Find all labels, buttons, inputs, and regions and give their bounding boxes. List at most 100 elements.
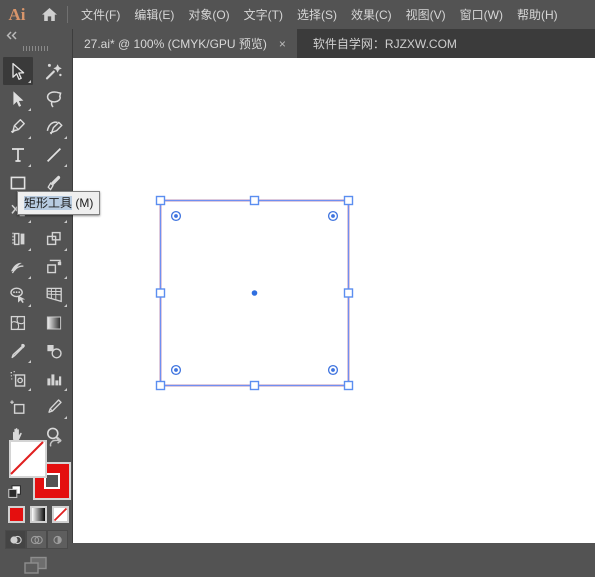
flyout-corner (64, 136, 67, 139)
grip-dots (23, 45, 49, 51)
color-controls (0, 433, 72, 574)
live-corner-widget-top-right[interactable] (327, 210, 339, 222)
menu-effect[interactable]: 效果(C) (344, 0, 399, 29)
color-swatch-button[interactable] (8, 506, 25, 523)
flyout-corner (64, 388, 67, 391)
panel-drag-grip[interactable] (0, 42, 72, 54)
flyout-corner (28, 164, 31, 167)
drawing-modes (5, 530, 68, 549)
blend-tool[interactable] (39, 337, 69, 365)
menu-file[interactable]: 文件(F) (74, 0, 127, 29)
none-slash-icon (54, 508, 67, 521)
none-slash-icon (10, 441, 44, 475)
none-swatch-button[interactable] (52, 506, 69, 523)
live-corner-widget-bottom-right[interactable] (327, 364, 339, 376)
menu-edit[interactable]: 编辑(E) (127, 0, 181, 29)
menu-view[interactable]: 视图(V) (399, 0, 453, 29)
gradient-tool[interactable] (39, 309, 69, 337)
draw-behind-icon (30, 535, 43, 544)
perspective-grid-icon (46, 287, 62, 303)
menu-window[interactable]: 窗口(W) (453, 0, 510, 29)
draw-inside-button[interactable] (47, 530, 68, 549)
swap-fill-stroke-icon[interactable] (48, 435, 63, 454)
scale-tool[interactable] (39, 225, 69, 253)
close-icon[interactable]: × (276, 37, 289, 51)
flyout-corner (64, 416, 67, 419)
curvature-tool[interactable] (39, 113, 69, 141)
artwork-layer (155, 195, 354, 391)
rotate-tool[interactable] (3, 225, 33, 253)
perspective-grid-tool[interactable] (39, 281, 69, 309)
draw-inside-icon (53, 535, 62, 544)
direct-selection-tool[interactable] (3, 85, 33, 113)
default-fill-stroke-icon[interactable] (8, 485, 22, 504)
menu-bar: Ai 文件(F) 编辑(E) 对象(O) 文字(T) 选择(S) 效果(C) 视… (0, 0, 595, 29)
handle-top-center[interactable] (249, 195, 260, 206)
handle-bottom-center[interactable] (249, 380, 260, 391)
fill-swatch[interactable] (9, 440, 47, 478)
draw-normal-button[interactable] (5, 530, 26, 549)
tool-tooltip: 矩形工具 (M) (17, 191, 101, 215)
flyout-corner (28, 304, 31, 307)
rectangle-icon (10, 176, 26, 190)
magic-wand-tool[interactable] (39, 57, 69, 85)
home-icon[interactable] (34, 0, 64, 29)
handle-bottom-right[interactable] (343, 380, 354, 391)
flyout-corner (64, 276, 67, 279)
pen-tool[interactable] (3, 113, 33, 141)
gradient-icon (46, 316, 62, 330)
flyout-corner (28, 108, 31, 111)
direct-selection-arrow-icon (13, 91, 24, 107)
shape-builder-icon (9, 287, 25, 303)
eyedropper-tool[interactable] (3, 337, 33, 365)
tooltip-tool-name: 矩形工具 (24, 196, 73, 210)
menu-select[interactable]: 选择(S) (290, 0, 344, 29)
flyout-corner (28, 248, 31, 251)
column-graph-icon (47, 374, 62, 386)
document-tab-title: 27.ai* @ 100% (CMYK/GPU 预览) (84, 37, 267, 51)
canvas-area[interactable] (72, 58, 595, 543)
selection-center-point (251, 290, 258, 296)
lasso-tool[interactable] (39, 85, 69, 113)
slice-knife-icon (48, 399, 62, 413)
artboard-icon (10, 400, 25, 414)
shape-builder-tool[interactable] (3, 281, 33, 309)
handle-top-left[interactable] (155, 195, 166, 206)
handle-middle-right[interactable] (343, 288, 354, 298)
line-segment-tool[interactable] (39, 141, 69, 169)
slice-tool[interactable] (39, 393, 69, 421)
symbol-sprayer-tool[interactable] (3, 365, 33, 393)
mesh-icon (10, 315, 26, 331)
handle-bottom-left[interactable] (155, 380, 166, 391)
lasso-icon (46, 91, 62, 108)
flyout-corner (28, 360, 31, 363)
flyout-corner (28, 276, 31, 279)
flyout-corner (28, 136, 31, 139)
change-screen-mode-button[interactable] (0, 555, 72, 577)
menu-separator (67, 6, 68, 23)
eyedropper-icon (11, 343, 25, 359)
width-tool[interactable] (3, 253, 33, 281)
mesh-tool[interactable] (3, 309, 33, 337)
collapse-panel-button[interactable] (0, 29, 72, 42)
flyout-corner (64, 304, 67, 307)
menu-type[interactable]: 文字(T) (237, 0, 290, 29)
flyout-corner (64, 164, 67, 167)
handle-top-right[interactable] (343, 195, 354, 206)
column-graph-tool[interactable] (39, 365, 69, 393)
menu-object[interactable]: 对象(O) (181, 0, 236, 29)
free-transform-tool[interactable] (39, 253, 69, 281)
flyout-corner (64, 220, 67, 223)
live-corner-widget-bottom-left[interactable] (170, 364, 182, 376)
menu-help[interactable]: 帮助(H) (510, 0, 565, 29)
flyout-corner (28, 80, 31, 83)
tool-grid (0, 54, 72, 449)
selection-tool[interactable] (3, 57, 33, 85)
artboard-tool[interactable] (3, 393, 33, 421)
type-tool[interactable] (3, 141, 33, 169)
handle-middle-left[interactable] (155, 288, 166, 298)
document-tab[interactable]: 27.ai* @ 100% (CMYK/GPU 预览) × (72, 29, 297, 58)
live-corner-widget-top-left[interactable] (170, 210, 182, 222)
draw-behind-button[interactable] (26, 530, 47, 549)
gradient-swatch-button[interactable] (30, 506, 47, 523)
